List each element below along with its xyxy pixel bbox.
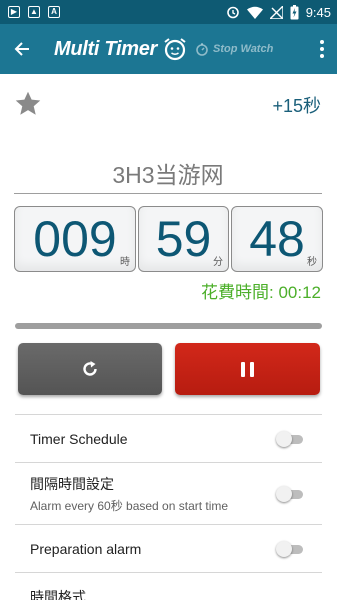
hours-box[interactable]: 009 時 xyxy=(14,206,136,272)
hours-unit: 時 xyxy=(120,257,130,268)
setting-preparation-alarm[interactable]: Preparation alarm xyxy=(15,524,322,572)
timer-progress-bar xyxy=(15,323,322,329)
wifi-icon xyxy=(246,6,263,19)
refresh-icon xyxy=(83,361,97,376)
setting-interval[interactable]: 間隔時間設定 Alarm every 60秒 based on start ti… xyxy=(15,462,322,524)
a-icon: A xyxy=(48,6,60,18)
status-time: 9:45 xyxy=(305,4,331,20)
stopwatch-icon xyxy=(196,43,208,56)
reset-button[interactable] xyxy=(18,343,162,395)
app-title: Multi Timer xyxy=(54,37,158,60)
setting-timer-schedule[interactable]: Timer Schedule xyxy=(15,414,322,462)
minutes-unit: 分 xyxy=(213,257,223,268)
alarm-clock-icon xyxy=(226,6,239,19)
setting-label: Preparation alarm xyxy=(30,540,142,557)
back-arrow-icon xyxy=(14,42,29,56)
setting-time-format[interactable]: 時間格式 xyxy=(15,572,322,600)
image-icon: ▲ xyxy=(28,6,40,18)
overflow-menu-icon[interactable] xyxy=(307,24,337,74)
timer-name-field[interactable]: 3H3当游网 xyxy=(14,160,322,194)
app-bar: Multi Timer Stop Watch xyxy=(0,24,337,74)
setting-label: Timer Schedule xyxy=(30,430,128,447)
battery-charging-icon xyxy=(290,4,299,19)
preparation-alarm-toggle[interactable] xyxy=(276,540,304,557)
timer-schedule-toggle[interactable] xyxy=(276,430,304,447)
seconds-box[interactable]: 48 秒 xyxy=(231,206,323,272)
stopwatch-label: Stop Watch xyxy=(213,43,274,55)
seconds-unit: 秒 xyxy=(307,257,317,268)
play-icon: ▶ xyxy=(8,6,20,18)
setting-label: 時間格式 xyxy=(30,588,86,600)
timer-display: 009 時 59 分 48 秒 xyxy=(14,206,323,272)
no-signal-icon xyxy=(269,5,283,19)
setting-label: 間隔時間設定 xyxy=(30,475,114,492)
setting-description: Alarm every 60秒 based on start time xyxy=(30,498,229,513)
star-icon[interactable] xyxy=(14,90,42,118)
pause-button[interactable] xyxy=(175,343,320,395)
add-15-seconds-button[interactable]: +15秒 xyxy=(272,92,321,118)
alarm-clock-logo-icon xyxy=(164,38,186,61)
pause-icon xyxy=(241,361,254,377)
interval-toggle[interactable] xyxy=(276,485,304,502)
settings-list: Timer Schedule 間隔時間設定 Alarm every 60秒 ba… xyxy=(15,414,322,600)
minutes-box[interactable]: 59 分 xyxy=(138,206,229,272)
elapsed-time: 花費時間: 00:12 xyxy=(201,283,321,302)
back-button[interactable] xyxy=(0,24,44,74)
stopwatch-tab[interactable]: Stop Watch xyxy=(195,42,273,56)
status-bar: ▶ ▲ A 9:45 xyxy=(0,0,337,24)
hours-value: 009 xyxy=(33,211,117,267)
